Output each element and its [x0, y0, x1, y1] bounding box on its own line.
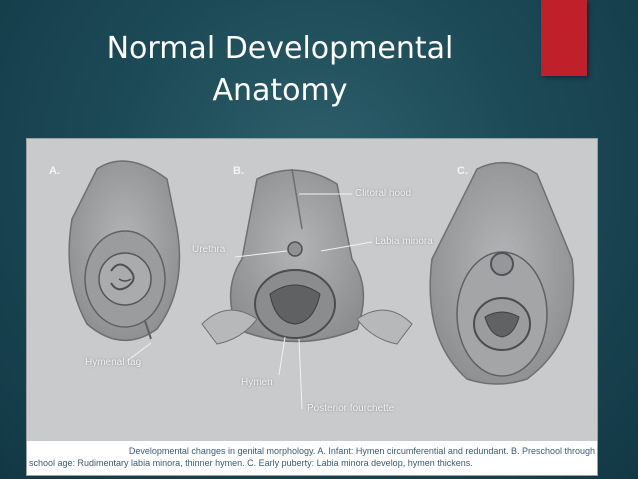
illustration-drawing [68, 160, 575, 410]
panel-label-b: B. [233, 165, 244, 177]
panel-label-c: C. [457, 165, 468, 177]
caption-line-1: Developmental changes in genital morphol… [128, 446, 595, 456]
anatomy-illustration: A. B. C. Clitoral hood Urethra Labia min… [26, 138, 598, 476]
panel-label-a: A. [49, 165, 60, 177]
label-labia-minora: Labia minora [375, 236, 433, 247]
label-hymenal-tag: Hymenal tag [85, 357, 142, 368]
label-urethra: Urethra [192, 244, 226, 255]
label-clitoral-hood: Clitoral hood [355, 188, 412, 199]
slide-title: Normal Developmental Anatomy [60, 28, 500, 112]
label-posterior-fourchette: Posterior fourchette [307, 403, 395, 414]
label-hymen: Hymen [241, 377, 273, 388]
panel-c-drawing [429, 161, 575, 385]
slide-title-line-2: Anatomy [212, 73, 348, 108]
figure-caption: Developmental changes in genital morphol… [27, 441, 597, 475]
slide-title-line-1: Normal Developmental [106, 31, 454, 66]
caption-line-2: school age: Rudimentary labia minora, th… [29, 458, 473, 468]
red-accent-bar [541, 0, 587, 76]
panel-a-drawing [68, 160, 181, 341]
